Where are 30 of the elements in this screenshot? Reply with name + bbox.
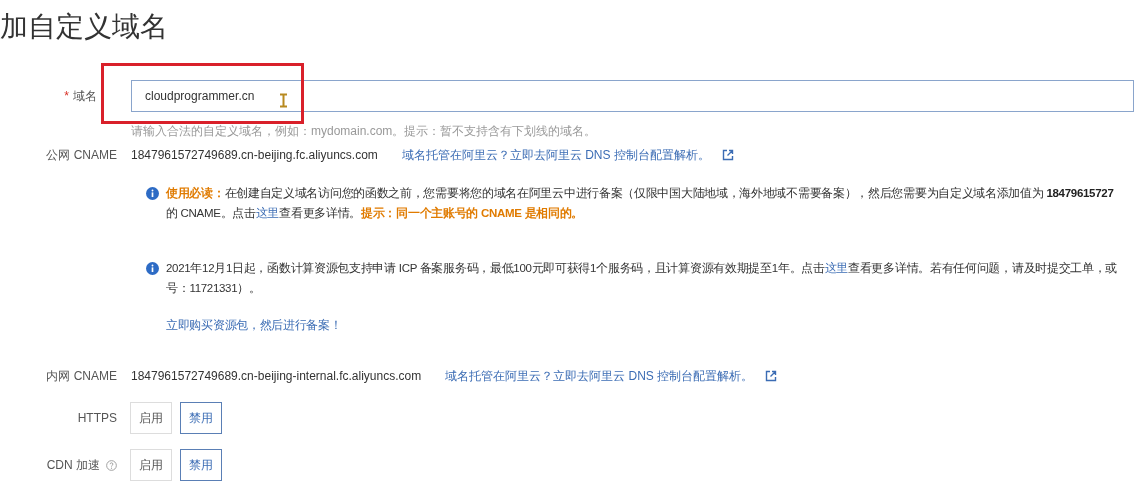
- domain-input-field[interactable]: cloudprogrammer.cn: [131, 80, 1134, 112]
- notice-text: 查看更多详情。提示：同一个主账号的 CNAME 是相同的。: [279, 205, 583, 221]
- toggle-option[interactable]: 禁用: [180, 449, 222, 481]
- field-label: 公网 CNAME: [46, 148, 117, 162]
- cname-value: 1847961572749689.cn-beijing-internal.fc.aliyuncs.com: [131, 368, 422, 385]
- notice-text: 查看更多详情。若有任何问题，请及时提交工单，或: [848, 261, 1118, 276]
- info-icon: [146, 262, 159, 275]
- notice-text: 的 CNAME。点击: [166, 206, 256, 221]
- cname-value: 1847961572749689.cn-beijing.fc.aliyuncs.com: [131, 147, 378, 164]
- info-icon: [146, 187, 159, 200]
- field-label: CDN 加速: [46, 457, 100, 474]
- external-link-icon[interactable]: [765, 370, 778, 382]
- page-title: 加自定义域名: [0, 10, 169, 41]
- notice-text: 号：11721331）。: [166, 281, 261, 296]
- details-link[interactable]: 这里: [824, 260, 848, 276]
- details-link[interactable]: 这里: [255, 205, 280, 221]
- field-label: HTTPS: [77, 410, 117, 427]
- notice-text: 使用必读：在创建自定义域名访问您的函数之前，您需要将您的域名在阿里云中进行备案（仅限中国大陆地域，海外地域不需要备案），然后您需要为自定义域名添加值为 18479615727: [166, 186, 1114, 201]
- toggle-option[interactable]: 启用: [130, 449, 172, 481]
- external-link-icon[interactable]: [721, 149, 734, 161]
- field-hint: 请输入合法的自定义域名，例如：mydomain.com。提示：暂不支持含有下划线的域名。: [131, 123, 598, 140]
- toggle-option[interactable]: 禁用: [180, 402, 222, 434]
- notice-text: 2021年12月1日起，函数计算资源包支持申请 ICP 备案服务码，最低100元即可获得1个服务码，且计算资源有效期提至1年。点击: [166, 261, 825, 276]
- text-cursor-icon: [279, 93, 288, 108]
- toggle-option[interactable]: 启用: [130, 402, 172, 434]
- buy-package-link[interactable]: 立即购买资源包，然后进行备案！: [166, 317, 342, 333]
- dns-console-link[interactable]: 域名托管在阿里云？立即去阿里云 DNS 控制台配置解析。: [401, 146, 710, 164]
- field-label: 内网 CNAME: [46, 369, 117, 383]
- dns-console-link[interactable]: 域名托管在阿里云？立即去阿里云 DNS 控制台配置解析。: [445, 367, 754, 385]
- field-label: * 域名: [64, 89, 97, 103]
